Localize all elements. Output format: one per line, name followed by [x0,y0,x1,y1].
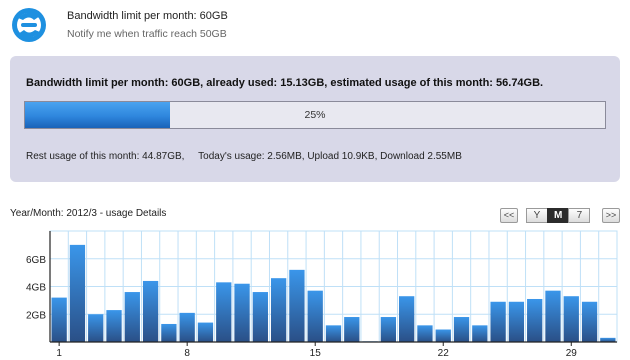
chart-bar [124,292,140,342]
chart-x-tick-label: 15 [310,348,322,359]
chart-bar [527,298,543,342]
next-month-button[interactable]: >> [602,208,620,223]
chart-bar [216,282,232,342]
chart-bar [69,244,86,342]
chart-bar [344,317,360,342]
chart-bar [508,301,525,342]
view-mode-m-button[interactable]: M [547,208,570,223]
chart-bar [600,337,616,342]
notify-threshold-text: Notify me when traffic reach 50GB [67,28,227,40]
chart-x-tick-label: 1 [56,348,62,359]
chart-bar [472,325,488,342]
bandwidth-limit-title: Bandwidth limit per month: 60GB [67,10,228,22]
chart-x-tick-label: 29 [566,348,578,359]
chart-bar [106,310,122,342]
chart-bar [581,301,598,342]
chart-bar [252,292,268,342]
chart-bar [380,317,397,342]
chart-y-tick-label: 2GB [26,310,46,321]
chart-bar [545,290,561,342]
chart-bar [453,317,470,342]
swirl-logo-icon [10,6,48,44]
chart-bar [563,296,579,342]
chart-x-tick-label: 8 [184,348,190,359]
chart-bar [417,325,433,342]
usage-progress-bar: 25% [24,101,606,129]
chart-bar [161,323,177,342]
chart-bar [234,283,250,342]
chart-bar [270,278,287,342]
chart-y-tick-label: 4GB [26,283,46,294]
chart-bar [142,280,159,342]
view-mode-selector: YM7 [526,208,591,223]
view-mode-7-button[interactable]: 7 [568,208,591,223]
chart-bar [289,269,305,342]
previous-month-button[interactable]: << [500,208,518,223]
chart-x-tick-label: 22 [438,348,450,359]
usage-summary-panel: Bandwidth limit per month: 60GB, already… [10,56,620,182]
usage-progress-label: 25% [304,109,326,121]
chart-bar [325,325,342,342]
chart-bar [51,297,67,342]
chart-bar [307,290,323,342]
chart-bar [179,312,195,342]
usage-details-label: Year/Month: 2012/3 - usage Details [10,208,167,219]
chart-bar [399,296,415,342]
chart-bar [88,314,104,342]
daily-usage-bar-chart: 2GB 4GB 6GB 1 8 15 22 29 [26,230,618,359]
view-mode-y-button[interactable]: Y [526,208,548,223]
chart-bar [435,329,451,342]
chart-y-tick-label: 6GB [26,255,46,266]
chart-bar [490,301,506,342]
chart-bar [197,322,214,342]
rest-usage-text: Rest usage of this month: 44.87GB, Today… [26,151,462,162]
usage-summary-text: Bandwidth limit per month: 60GB, already… [26,77,544,89]
